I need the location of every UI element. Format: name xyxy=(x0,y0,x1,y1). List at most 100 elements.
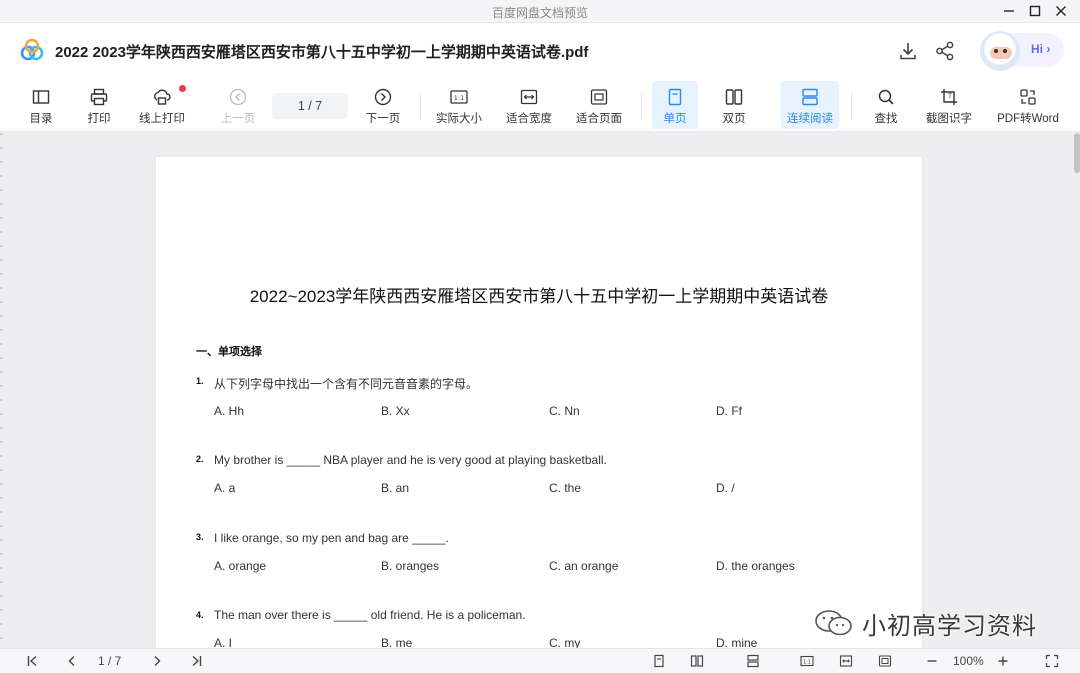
toolbar-divider xyxy=(420,92,421,118)
next-page-button[interactable]: 下一页 xyxy=(361,81,405,129)
pdf-to-word-button[interactable]: PDF转Word xyxy=(994,81,1062,129)
prev-page-small-button[interactable] xyxy=(63,653,81,669)
actual-size-button[interactable]: 1:1 实际大小 xyxy=(432,81,486,129)
pdf-to-word-label: PDF转Word xyxy=(997,113,1059,125)
fit-width-icon xyxy=(839,655,853,667)
printer-icon xyxy=(90,88,108,106)
single-page-small-button[interactable] xyxy=(650,653,668,669)
maximize-icon xyxy=(1029,5,1041,17)
close-icon xyxy=(1056,6,1066,16)
find-label: 查找 xyxy=(874,113,898,125)
assistant-avatar-icon xyxy=(980,31,1020,71)
actual-size-label: 实际大小 xyxy=(436,113,482,125)
page-thumbnail-strip xyxy=(0,133,3,648)
online-print-button[interactable]: 线上打印 xyxy=(134,81,190,129)
continuous-small-button[interactable] xyxy=(744,653,762,669)
svg-text:1:1: 1:1 xyxy=(803,659,811,665)
cloud-print-icon xyxy=(154,89,171,105)
question-text: The man over there is _____ old friend. … xyxy=(214,608,526,622)
online-print-label: 线上打印 xyxy=(139,113,185,125)
print-label: 打印 xyxy=(87,113,111,125)
zoom-in-button[interactable] xyxy=(994,653,1012,669)
toolbar-divider xyxy=(851,92,852,118)
question-text: I like orange, so my pen and bag are ___… xyxy=(214,531,449,545)
question-number: 2. xyxy=(196,454,204,464)
share-button[interactable] xyxy=(934,40,956,62)
share-icon xyxy=(936,41,954,61)
option-a: A. orange xyxy=(214,559,267,573)
option-d: D. / xyxy=(716,481,735,495)
first-page-icon xyxy=(27,655,37,667)
file-title: 2022 2023学年陕西西安雁塔区西安市第八十五中学初一上学期期中英语试卷.p… xyxy=(55,44,589,61)
option-c: C. an orange xyxy=(549,559,619,573)
toc-label: 目录 xyxy=(29,113,53,125)
window-title: 百度网盘文档预览 xyxy=(491,6,588,20)
fullscreen-icon xyxy=(1045,654,1059,668)
document-header: 2022 2023学年陕西西安雁塔区西安市第八十五中学初一上学期期中英语试卷.p… xyxy=(0,23,1080,78)
question-number: 1. xyxy=(196,376,204,386)
option-c: C. Nn xyxy=(549,404,580,418)
question-number: 3. xyxy=(196,532,204,542)
fit-page-small-button[interactable] xyxy=(876,653,894,669)
chevron-right-icon xyxy=(154,656,161,666)
question-number: 4. xyxy=(196,610,204,620)
continuous-reading-label: 连续阅读 xyxy=(787,113,833,125)
vertical-scrollbar-thumb[interactable] xyxy=(1074,133,1080,173)
double-page-small-button[interactable] xyxy=(688,653,706,669)
prev-page-label: 上一页 xyxy=(220,113,256,125)
close-button[interactable] xyxy=(1048,1,1074,21)
print-button[interactable]: 打印 xyxy=(78,81,120,129)
single-page-icon xyxy=(668,88,682,106)
fit-width-small-button[interactable] xyxy=(837,653,855,669)
fullscreen-button[interactable] xyxy=(1043,653,1061,669)
last-page-button[interactable] xyxy=(187,653,205,669)
minimize-button[interactable] xyxy=(996,1,1022,21)
maximize-button[interactable] xyxy=(1022,1,1048,21)
last-page-icon xyxy=(192,655,202,667)
actual-size-icon: 1:1 xyxy=(800,655,814,667)
toc-button[interactable]: 目录 xyxy=(20,81,62,129)
window-titlebar: 百度网盘文档预览 xyxy=(0,0,1080,23)
convert-icon xyxy=(1020,89,1036,105)
option-c: C. the xyxy=(549,481,582,495)
question-text: 从下列字母中找出一个含有不同元音音素的字母。 xyxy=(214,377,479,391)
zoom-out-button[interactable] xyxy=(923,653,941,669)
svg-text:T: T xyxy=(947,93,952,100)
option-d: D. the oranges xyxy=(716,559,795,573)
double-page-icon xyxy=(725,89,743,105)
fit-page-label: 适合页面 xyxy=(576,113,622,125)
fit-width-button[interactable]: 适合宽度 xyxy=(502,81,556,129)
document-title: 2022~2023学年陕西西安雁塔区西安市第八十五中学初一上学期期中英语试卷 xyxy=(249,287,829,306)
chevron-left-circle-icon xyxy=(229,88,247,106)
crop-ocr-icon: T xyxy=(941,89,957,105)
fit-page-icon xyxy=(878,655,892,667)
single-page-icon xyxy=(654,654,664,668)
option-d: D. Ff xyxy=(716,404,742,418)
prev-page-button[interactable]: 上一页 xyxy=(216,81,260,129)
option-b: B. an xyxy=(381,481,410,495)
page-number-input[interactable]: 1 / 7 xyxy=(272,93,348,119)
next-page-small-button[interactable] xyxy=(148,653,166,669)
chevron-left-icon xyxy=(68,656,75,666)
ocr-button[interactable]: T 截图识字 xyxy=(922,81,976,129)
page-indicator[interactable]: 1 / 7 xyxy=(98,654,121,668)
fit-page-icon xyxy=(590,89,608,105)
status-bar: 1 / 7 1:1 100% xyxy=(0,648,1080,673)
continuous-scroll-icon xyxy=(747,654,759,668)
double-page-button[interactable]: 双页 xyxy=(712,81,756,129)
assistant-avatar-button[interactable]: Hi › xyxy=(980,31,1064,71)
toolbar: 目录 打印 线上打印 上一页 下一页 1:1 实际大小 适合宽度 适合页面 单页… xyxy=(0,78,1080,132)
zoom-level: 100% xyxy=(953,654,984,668)
single-page-button[interactable]: 单页 xyxy=(652,81,698,129)
find-button[interactable]: 查找 xyxy=(864,81,908,129)
pdf-page: 2022~2023学年陕西西安雁塔区西安市第八十五中学初一上学期期中英语试卷 一… xyxy=(156,157,922,673)
first-page-button[interactable] xyxy=(24,653,42,669)
fit-width-label: 适合宽度 xyxy=(506,113,552,125)
actual-size-small-button[interactable]: 1:1 xyxy=(798,653,816,669)
option-a: A. Hh xyxy=(214,404,245,418)
notification-badge xyxy=(179,85,186,92)
fit-page-button[interactable]: 适合页面 xyxy=(572,81,626,129)
question-text: My brother is _____ NBA player and he is… xyxy=(214,453,607,467)
continuous-reading-button[interactable]: 连续阅读 xyxy=(781,81,839,129)
download-button[interactable] xyxy=(897,40,919,62)
